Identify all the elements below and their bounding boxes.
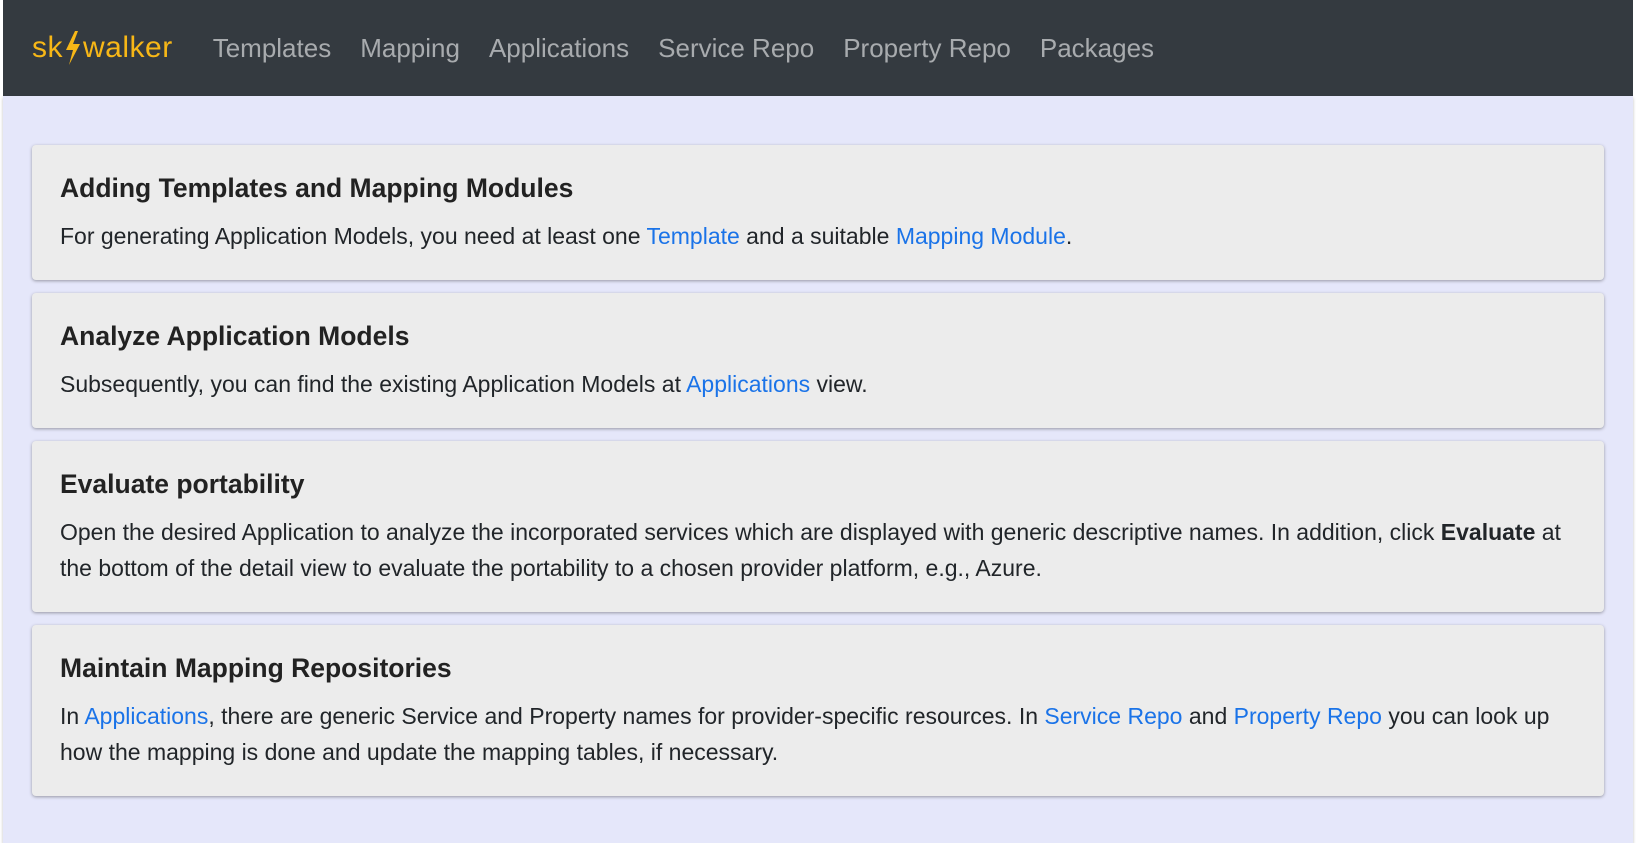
- brand-text-right: walker: [83, 31, 173, 64]
- nav-templates[interactable]: Templates: [213, 33, 332, 64]
- card-adding-templates: Adding Templates and Mapping Modules For…: [32, 145, 1604, 280]
- card-text: For generating Application Models, you n…: [60, 218, 1576, 254]
- text-segment: In: [60, 703, 85, 729]
- card-title: Evaluate portability: [60, 469, 305, 499]
- text-segment: , there are generic Service and Property…: [208, 703, 1045, 729]
- lightning-bolt-icon: [66, 31, 80, 65]
- text-segment: .: [1065, 223, 1073, 249]
- text-segment: and: [1182, 703, 1234, 729]
- link-property-repo[interactable]: Property Repo: [1234, 703, 1382, 729]
- brand-text-left: sk: [32, 31, 63, 64]
- main-content: Adding Templates and Mapping Modules For…: [3, 96, 1633, 843]
- nav-packages[interactable]: Packages: [1040, 33, 1154, 64]
- text-segment: view.: [810, 371, 868, 397]
- card-evaluate-portability: Evaluate portability Open the desired Ap…: [32, 441, 1604, 612]
- card-text: Open the desired Application to analyze …: [60, 514, 1576, 586]
- nav-service-repo[interactable]: Service Repo: [658, 33, 814, 64]
- card-text: In Applications, there are generic Servi…: [60, 698, 1576, 770]
- text-segment: For generating Application Models, you n…: [60, 223, 647, 249]
- nav-mapping[interactable]: Mapping: [360, 33, 460, 64]
- card-title: Maintain Mapping Repositories: [60, 653, 452, 683]
- link-template[interactable]: Template: [646, 223, 739, 249]
- card-title: Analyze Application Models: [60, 321, 410, 351]
- text-segment: and a suitable: [739, 223, 896, 249]
- evaluate-emphasis: Evaluate: [1440, 519, 1536, 545]
- app-root: sk walker Templates Mapping Applications…: [3, 0, 1633, 843]
- link-mapping-module[interactable]: Mapping Module: [896, 223, 1066, 249]
- link-applications[interactable]: Applications: [686, 371, 810, 397]
- brand-logo[interactable]: sk walker: [32, 31, 173, 65]
- card-text: Subsequently, you can find the existing …: [60, 366, 1576, 402]
- nav-property-repo[interactable]: Property Repo: [843, 33, 1011, 64]
- nav-applications[interactable]: Applications: [489, 33, 629, 64]
- card-analyze-models: Analyze Application Models Subsequently,…: [32, 293, 1604, 428]
- link-service-repo[interactable]: Service Repo: [1044, 703, 1182, 729]
- top-navbar: sk walker Templates Mapping Applications…: [3, 0, 1633, 96]
- card-title: Adding Templates and Mapping Modules: [60, 173, 574, 203]
- card-maintain-repositories: Maintain Mapping Repositories In Applica…: [32, 625, 1604, 796]
- text-segment: Open the desired Application to analyze …: [60, 519, 1441, 545]
- link-applications[interactable]: Applications: [84, 703, 208, 729]
- text-segment: Subsequently, you can find the existing …: [60, 371, 687, 397]
